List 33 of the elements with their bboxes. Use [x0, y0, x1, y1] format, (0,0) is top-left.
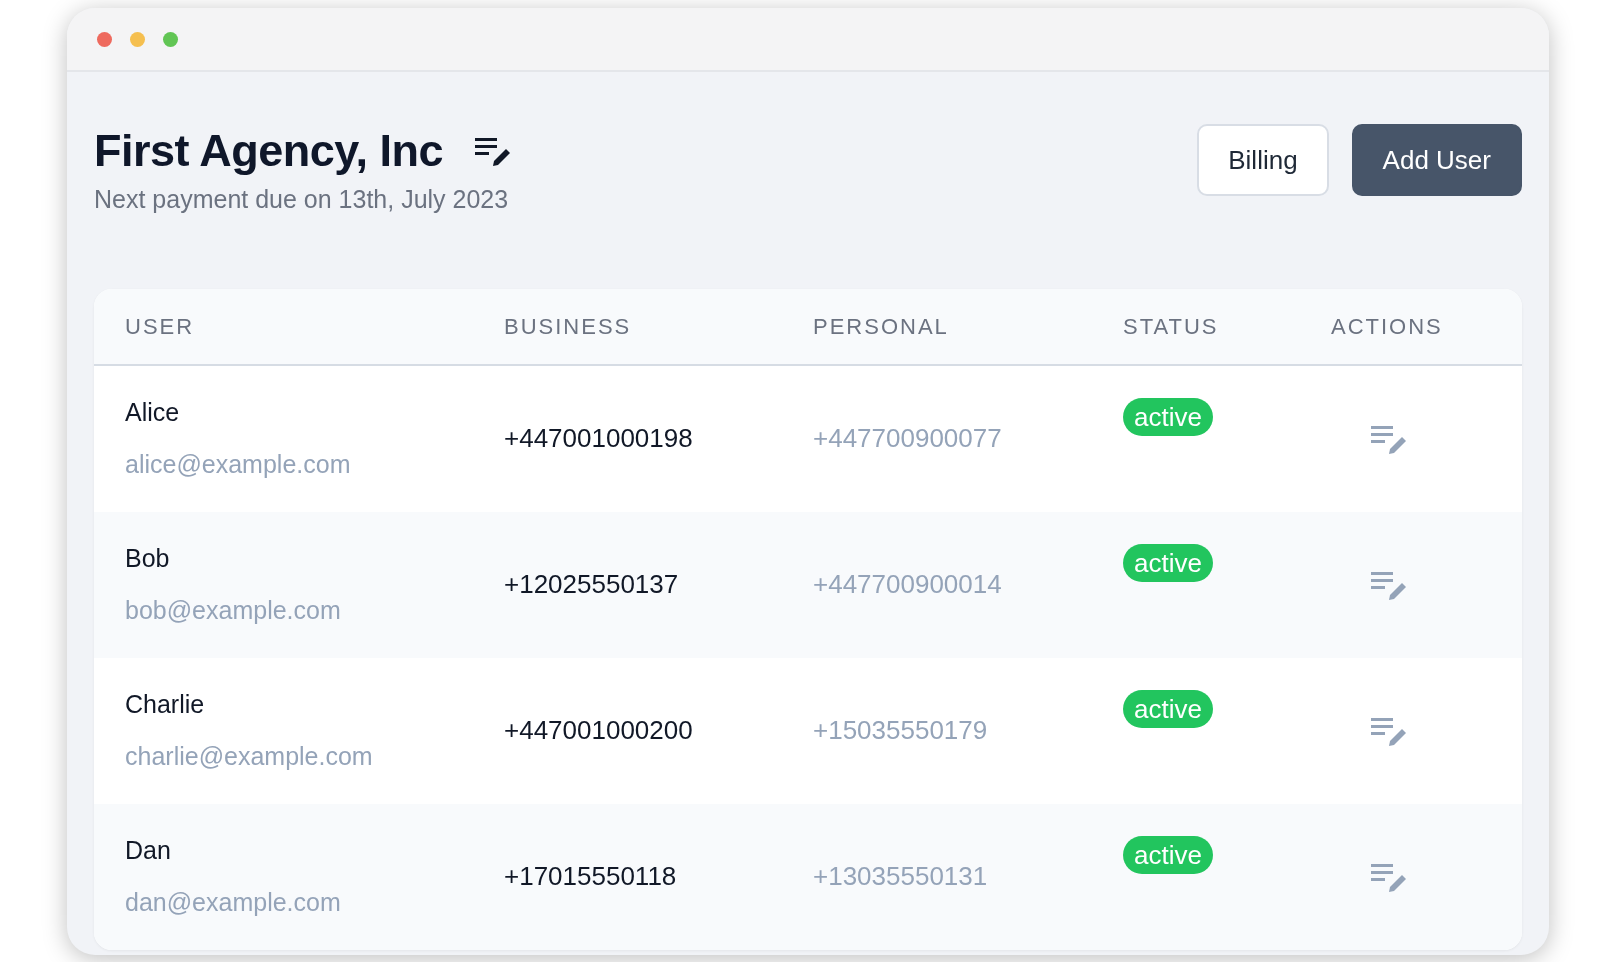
status-badge: active	[1123, 397, 1213, 436]
status-badge: active	[1123, 835, 1213, 874]
user-name: Alice	[125, 397, 181, 428]
add-user-button[interactable]: Add User	[1351, 124, 1522, 196]
status-badge: active	[1123, 543, 1213, 582]
personal-phone: +15035550179	[813, 715, 988, 745]
maximize-button[interactable]	[163, 31, 178, 47]
edit-list-icon[interactable]	[475, 136, 512, 166]
user-email: dan@example.com	[125, 886, 342, 918]
payment-due-text: Next payment due on 13th, July 2023	[94, 184, 510, 215]
business-phone: +12025550137	[504, 569, 679, 599]
business-phone: +447001000200	[504, 715, 693, 745]
column-header: USER	[125, 313, 195, 339]
user-email: charlie@example.com	[125, 740, 374, 772]
column-header: PERSONAL	[813, 313, 949, 339]
column-header: ACTIONS	[1331, 313, 1443, 339]
minimize-button[interactable]	[130, 31, 145, 47]
user-name: Bob	[125, 543, 171, 574]
business-phone: +447001000198	[504, 423, 693, 453]
personal-phone: +447700900014	[813, 569, 1002, 599]
user-name: Dan	[125, 835, 172, 866]
close-button[interactable]	[97, 31, 112, 47]
column-header: BUSINESS	[504, 313, 632, 339]
user-email: alice@example.com	[125, 448, 352, 480]
business-phone: +17015550118	[504, 861, 677, 891]
page-title: First Agency, Inc	[94, 124, 444, 178]
user-name: Charlie	[125, 689, 206, 720]
user-email: bob@example.com	[125, 594, 342, 626]
personal-phone: +13035550131	[813, 861, 988, 891]
column-header: STATUS	[1123, 313, 1219, 339]
billing-button[interactable]: Billing	[1197, 124, 1329, 196]
personal-phone: +447700900077	[813, 423, 1002, 453]
status-badge: active	[1123, 689, 1213, 728]
